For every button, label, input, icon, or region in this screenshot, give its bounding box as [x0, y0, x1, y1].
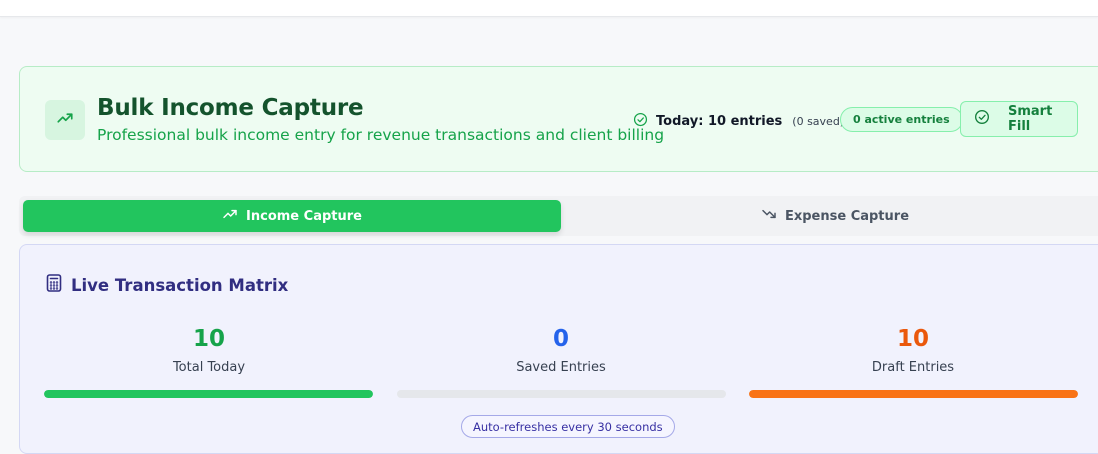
stat-value: 10 — [896, 326, 929, 352]
auto-refresh-badge: Auto-refreshes every 30 seconds — [461, 415, 675, 438]
header-icon-box — [45, 100, 85, 140]
trending-up-icon — [56, 109, 74, 131]
smart-fill-label: Smart Fill — [1008, 104, 1053, 134]
smart-fill-button[interactable]: Smart Fill — [960, 101, 1078, 137]
tab-label: Expense Capture — [784, 208, 910, 224]
matrix-title-label: Live Transaction Matrix — [71, 275, 289, 295]
draft-entries-progress-bar — [749, 390, 1078, 398]
top-bar — [0, 0, 1098, 17]
page-title: Bulk Income Capture — [97, 95, 364, 121]
progress-fill — [44, 390, 373, 398]
capture-tabs: Income Capture Expense Capture — [19, 196, 1098, 236]
page-subtitle: Professional bulk income entry for reven… — [97, 126, 665, 144]
stat-saved-entries: 0 Saved Entries — [396, 325, 726, 375]
today-summary: Today: 10 entries (0 saved) — [633, 112, 844, 131]
active-entries-badge: 0 active entries — [840, 107, 963, 132]
stat-value: 10 — [192, 326, 225, 352]
tab-expense-capture[interactable]: Expense Capture — [565, 200, 1098, 232]
progress-fill — [749, 390, 1078, 398]
calculator-icon — [46, 274, 62, 296]
stat-draft-entries: 10 Draft Entries — [748, 325, 1078, 375]
transaction-matrix-card: Live Transaction Matrix 10 Total Today 0… — [19, 244, 1098, 454]
check-circle-icon — [974, 109, 990, 129]
total-today-progress-bar — [44, 390, 373, 398]
tab-label: Income Capture — [246, 208, 362, 224]
header-card: Bulk Income Capture Professional bulk in… — [19, 66, 1098, 172]
stat-label: Saved Entries — [516, 360, 606, 375]
today-entries-label: Today: 10 entries — [656, 114, 783, 129]
stat-label: Draft Entries — [871, 360, 955, 375]
stat-value: 0 — [552, 326, 569, 352]
trending-down-icon — [761, 206, 777, 226]
check-circle-icon — [633, 112, 648, 131]
stat-label: Total Today — [172, 360, 246, 375]
saved-entries-progress-bar — [397, 390, 726, 398]
trending-up-icon — [222, 206, 238, 226]
matrix-title: Live Transaction Matrix — [46, 274, 288, 296]
saved-count-note: (0 saved) — [792, 115, 845, 128]
stat-total-today: 10 Total Today — [44, 325, 374, 375]
tab-income-capture[interactable]: Income Capture — [23, 200, 561, 232]
